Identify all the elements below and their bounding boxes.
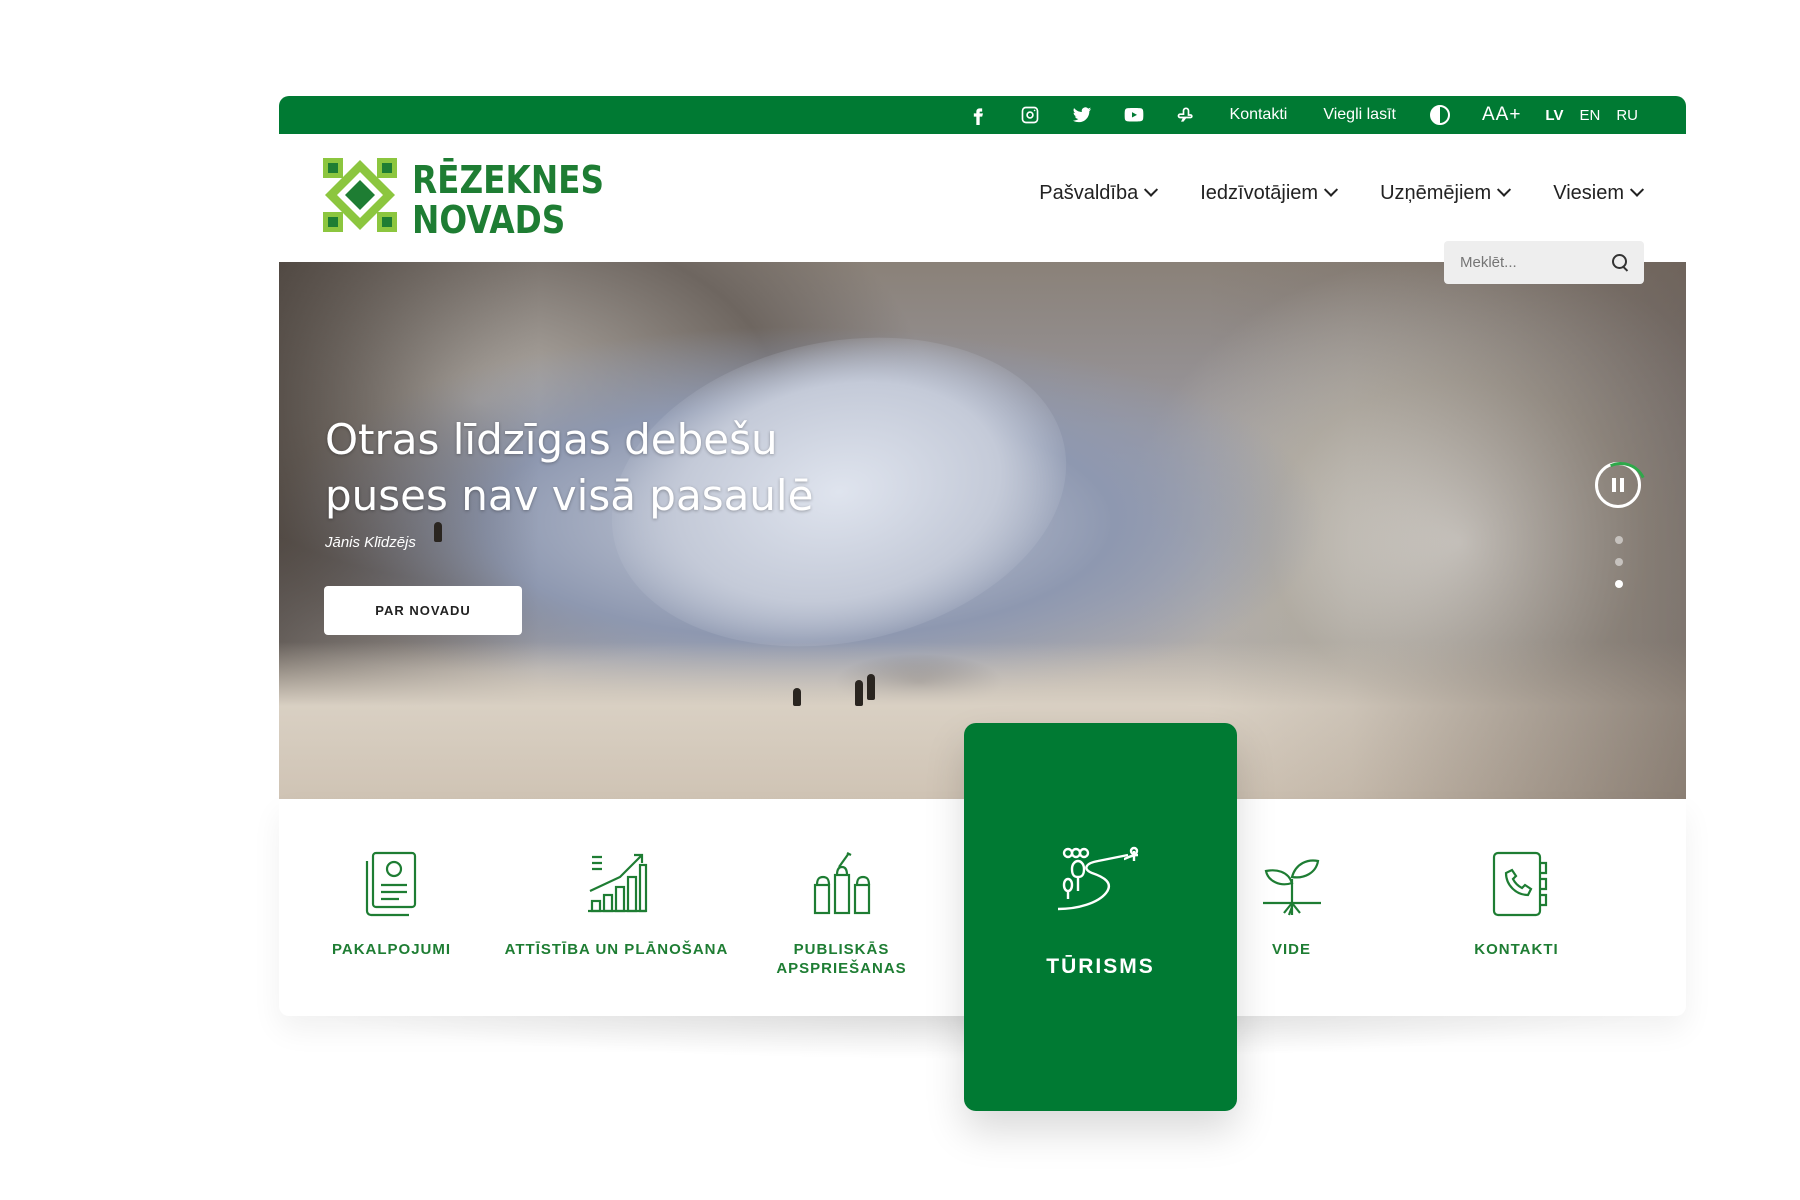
youtube-icon[interactable] (1124, 105, 1144, 125)
language-lv[interactable]: LV (1545, 107, 1563, 124)
hero-person-figure (434, 522, 442, 542)
service-pakalpojumi[interactable]: PAKALPOJUMI (279, 799, 504, 1016)
about-region-button[interactable]: PAR NOVADU (324, 586, 522, 635)
service-attistiba[interactable]: ATTĪSTĪBA UN PLĀNOŠANA (504, 799, 729, 1016)
website-frame: Kontakti Viegli lasīt AA+ LV EN RU RĒZEK… (279, 96, 1686, 1111)
chevron-down-icon (1323, 182, 1339, 197)
landscape-road-icon (1054, 845, 1146, 917)
slider-dots (1615, 536, 1623, 588)
nav-item-pasvaldiba[interactable]: Pašvaldība (1039, 182, 1159, 205)
logo-wordmark[interactable]: RĒZEKNES NOVADS (412, 160, 604, 240)
easy-read-link[interactable]: Viegli lasīt (1323, 106, 1396, 124)
address-book-icon (1484, 849, 1550, 919)
pause-icon (1612, 478, 1616, 492)
service-publiskas-apspriesanas[interactable]: PUBLISKĀS APSPRIEŠANAS (729, 799, 954, 1016)
nav-item-label: Iedzīvotājiem (1200, 182, 1319, 204)
hero-quote: Otras līdzīgas debešu puses nav visā pas… (325, 415, 814, 520)
slider-pause-button[interactable] (1595, 462, 1641, 508)
logo-emblem[interactable] (323, 158, 397, 232)
twitter-icon[interactable] (1072, 105, 1092, 125)
contrast-toggle-icon[interactable] (1429, 105, 1450, 125)
font-size-toggle[interactable]: AA+ (1482, 104, 1521, 126)
language-en[interactable]: EN (1579, 107, 1600, 124)
service-label: PAKALPOJUMI (331, 941, 452, 958)
search-input[interactable] (1458, 253, 1598, 272)
hero-person-figure (867, 674, 875, 700)
pause-icon (1620, 478, 1624, 492)
sprout-icon (1259, 849, 1325, 919)
service-label: KONTAKTI (1474, 941, 1559, 958)
search-box (1444, 241, 1644, 284)
nav-item-uznemejiem[interactable]: Uzņēmējiem (1380, 182, 1512, 205)
service-kontakti[interactable]: KONTAKTI (1404, 799, 1629, 1016)
sign-language-icon[interactable] (1176, 105, 1196, 125)
nav-item-viesiem[interactable]: Viesiem (1553, 182, 1645, 205)
nav-item-iedzivotajiem[interactable]: Iedzīvotājiem (1200, 182, 1339, 205)
raised-hands-icon (809, 849, 875, 919)
growth-chart-icon (584, 849, 650, 919)
slider-dot-active[interactable] (1615, 580, 1623, 588)
service-turisms-active[interactable]: TŪRISMS (964, 723, 1237, 1111)
chevron-down-icon (1144, 182, 1159, 197)
language-ru[interactable]: RU (1616, 107, 1638, 124)
slider-dot[interactable] (1615, 536, 1623, 544)
instagram-icon[interactable] (1020, 105, 1040, 125)
nav-item-label: Pašvaldība (1039, 182, 1139, 204)
hero-slider: Otras līdzīgas debešu puses nav visā pas… (279, 262, 1686, 799)
document-icon (359, 849, 425, 919)
main-navigation: Pašvaldība Iedzīvotājiem Uzņēmējiem Vies… (1039, 182, 1645, 205)
chevron-down-icon (1497, 182, 1512, 197)
service-label: TŪRISMS (1046, 955, 1155, 978)
hero-person-figure (855, 680, 863, 706)
logo-line-1: RĒZEKNES (412, 158, 605, 202)
search-icon[interactable] (1612, 253, 1630, 272)
nav-item-label: Uzņēmējiem (1380, 182, 1492, 204)
top-utility-bar: Kontakti Viegli lasīt AA+ LV EN RU (279, 96, 1686, 134)
hero-person-figure (793, 688, 801, 706)
service-label: ATTĪSTĪBA UN PLĀNOŠANA (504, 941, 729, 958)
slider-dot[interactable] (1615, 558, 1623, 566)
hero-quote-author: Jānis Klīdzējs (325, 534, 416, 551)
contacts-link[interactable]: Kontakti (1230, 106, 1288, 124)
nav-item-label: Viesiem (1553, 182, 1624, 204)
hero-background-trees-right (1206, 262, 1686, 799)
logo-line-2: NOVADS (412, 198, 566, 242)
service-label: PUBLISKĀS APSPRIEŠANAS (776, 941, 907, 977)
chevron-down-icon (1629, 182, 1645, 197)
facebook-icon[interactable] (968, 105, 988, 125)
